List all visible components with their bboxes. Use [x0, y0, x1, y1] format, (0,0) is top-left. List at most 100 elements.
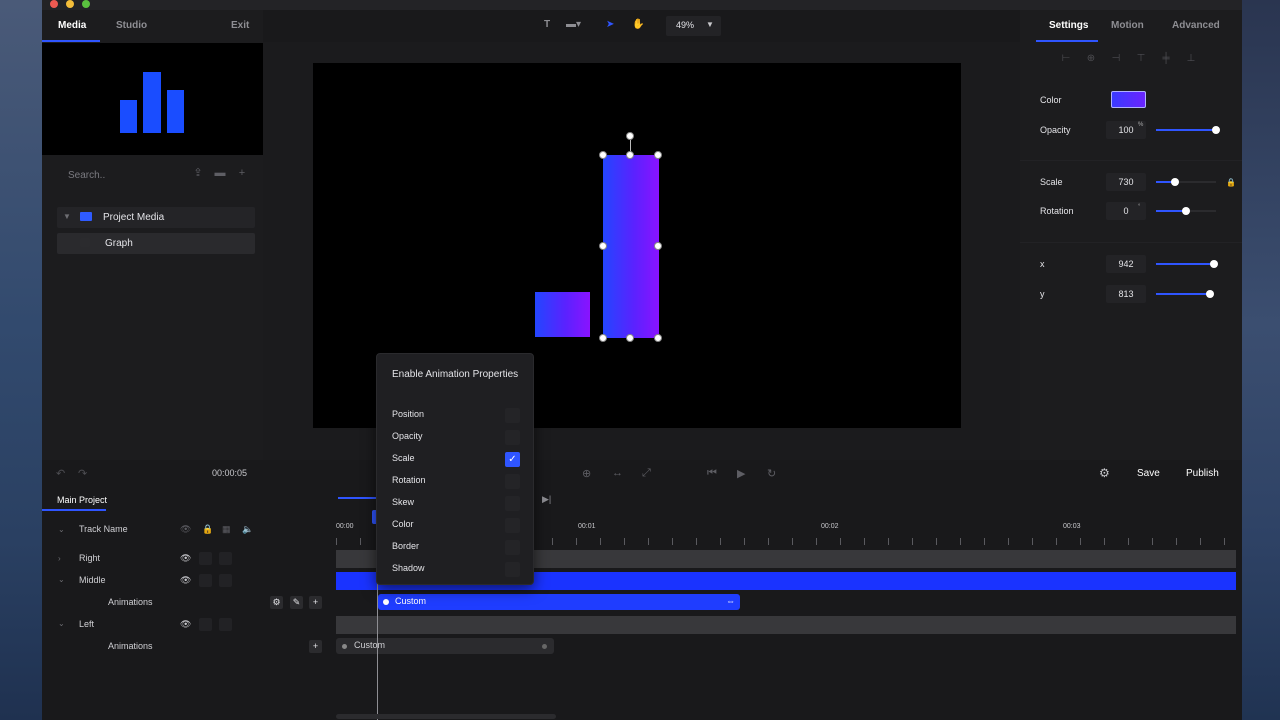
chevron-down-icon[interactable]: ⌄: [58, 619, 65, 628]
x-slider-thumb[interactable]: [1210, 260, 1218, 268]
checkbox-opacity[interactable]: [505, 430, 520, 445]
checkbox-scale[interactable]: ✓: [505, 452, 520, 467]
animation-clip-left[interactable]: Custom: [336, 638, 554, 654]
media-search-input[interactable]: Search..: [68, 170, 168, 181]
expand-icon[interactable]: ⤢: [642, 467, 651, 480]
y-slider-thumb[interactable]: [1206, 290, 1214, 298]
minimize-window-button[interactable]: [66, 0, 74, 8]
align-center-icon[interactable]: ⊕: [1085, 53, 1097, 65]
align-top-icon[interactable]: ⊤: [1135, 53, 1147, 65]
resize-handle[interactable]: [654, 242, 662, 250]
shape-left-rectangle[interactable]: [535, 292, 590, 337]
keyframe-dot[interactable]: [542, 644, 547, 649]
opacity-slider-thumb[interactable]: [1212, 126, 1220, 134]
track-lock-toggle[interactable]: [199, 618, 212, 631]
zoom-select[interactable]: 49% ▼: [666, 16, 721, 36]
add-animation-button[interactable]: +: [309, 596, 322, 609]
track-solo-toggle[interactable]: [219, 552, 232, 565]
play-marker-icon[interactable]: ▶|: [542, 494, 551, 505]
target-icon[interactable]: ⊕: [582, 467, 591, 480]
resize-handle[interactable]: [599, 151, 607, 159]
chevron-right-icon[interactable]: ›: [58, 554, 61, 563]
align-middle-icon[interactable]: ╪: [1160, 53, 1172, 65]
lock-icon[interactable]: 🔒: [1226, 178, 1236, 187]
scale-input[interactable]: 730: [1106, 173, 1146, 191]
rotation-handle[interactable]: [626, 132, 634, 140]
rotation-slider-thumb[interactable]: [1182, 207, 1190, 215]
resize-handle[interactable]: [654, 334, 662, 342]
timeline-scrollbar[interactable]: [336, 714, 556, 719]
fit-width-icon[interactable]: ↔: [612, 467, 623, 479]
redo-icon[interactable]: ↷: [78, 467, 87, 480]
color-swatch[interactable]: [1111, 91, 1146, 108]
new-folder-icon[interactable]: ▬: [214, 167, 226, 179]
popup-item-rotation[interactable]: Rotation: [392, 475, 426, 485]
lock-icon[interactable]: 🔒: [202, 524, 213, 535]
eye-icon[interactable]: 👁: [180, 575, 191, 586]
add-animation-button[interactable]: +: [309, 640, 322, 653]
shape-tool-icon[interactable]: ▬▾: [566, 19, 581, 30]
popup-item-shadow[interactable]: Shadow: [392, 563, 425, 573]
tree-item-graph[interactable]: Graph: [57, 233, 255, 254]
shape-middle-rectangle[interactable]: [603, 155, 659, 338]
tab-media[interactable]: Media: [58, 20, 86, 31]
popup-item-opacity[interactable]: Opacity: [392, 431, 423, 441]
checkbox-position[interactable]: [505, 408, 520, 423]
track-solo-toggle[interactable]: [219, 574, 232, 587]
scale-slider-thumb[interactable]: [1171, 178, 1179, 186]
hand-tool-icon[interactable]: ✋: [632, 19, 644, 30]
chevron-down-icon[interactable]: ⌄: [58, 575, 65, 584]
tab-settings[interactable]: Settings: [1049, 20, 1088, 31]
popup-item-skew[interactable]: Skew: [392, 497, 414, 507]
eye-icon[interactable]: 👁: [180, 524, 191, 535]
align-right-icon[interactable]: ⊣: [1110, 53, 1122, 65]
close-window-button[interactable]: [50, 0, 58, 8]
checkbox-rotation[interactable]: [505, 474, 520, 489]
chevron-down-icon[interactable]: ⌄: [58, 525, 65, 534]
checkbox-border[interactable]: [505, 540, 520, 555]
text-tool-button[interactable]: T: [544, 19, 550, 30]
animation-clip-middle[interactable]: Custom ⇔: [378, 594, 740, 610]
resize-handle[interactable]: [599, 334, 607, 342]
select-tool-icon[interactable]: ➤: [606, 19, 614, 30]
popup-item-position[interactable]: Position: [392, 409, 424, 419]
checkbox-skew[interactable]: [505, 496, 520, 511]
tab-motion[interactable]: Motion: [1111, 20, 1144, 31]
play-icon[interactable]: ▶: [737, 467, 745, 480]
import-icon[interactable]: ⇪: [192, 167, 204, 179]
resize-handle-icon[interactable]: ⇔: [726, 596, 735, 606]
gear-icon[interactable]: ⚙: [270, 596, 283, 609]
track-solo-toggle[interactable]: [219, 618, 232, 631]
tab-main-project[interactable]: Main Project: [57, 495, 107, 505]
group-icon[interactable]: ▦: [222, 524, 231, 535]
eye-icon[interactable]: 👁: [180, 553, 191, 564]
resize-handle[interactable]: [626, 334, 634, 342]
loop-icon[interactable]: ↻: [767, 467, 776, 480]
resize-handle[interactable]: [599, 242, 607, 250]
popup-item-scale[interactable]: Scale: [392, 453, 415, 463]
gear-icon[interactable]: ⚙: [1099, 466, 1110, 480]
resize-handle[interactable]: [626, 151, 634, 159]
align-bottom-icon[interactable]: ⊥: [1185, 53, 1197, 65]
tab-exit[interactable]: Exit: [231, 20, 249, 31]
popup-item-border[interactable]: Border: [392, 541, 419, 551]
zoom-window-button[interactable]: [82, 0, 90, 8]
skip-back-icon[interactable]: ⏮: [707, 467, 717, 480]
track-bar-left[interactable]: [336, 616, 1236, 634]
tab-advanced[interactable]: Advanced: [1172, 20, 1220, 31]
eye-icon[interactable]: 👁: [180, 619, 191, 630]
publish-button[interactable]: Publish: [1186, 468, 1219, 479]
keyframe-dot[interactable]: [383, 599, 389, 605]
add-icon[interactable]: +: [236, 167, 248, 179]
track-lock-toggle[interactable]: [199, 552, 212, 565]
checkbox-color[interactable]: [505, 518, 520, 533]
track-lock-toggle[interactable]: [199, 574, 212, 587]
undo-icon[interactable]: ↶: [56, 467, 65, 480]
tree-item-project-media[interactable]: ▼ Project Media: [57, 207, 255, 228]
resize-handle[interactable]: [654, 151, 662, 159]
chevron-down-icon[interactable]: ▼: [63, 212, 71, 221]
popup-item-color[interactable]: Color: [392, 519, 414, 529]
keyframe-dot[interactable]: [342, 644, 347, 649]
audio-icon[interactable]: 🔈: [242, 524, 253, 535]
align-left-icon[interactable]: ⊢: [1060, 53, 1072, 65]
